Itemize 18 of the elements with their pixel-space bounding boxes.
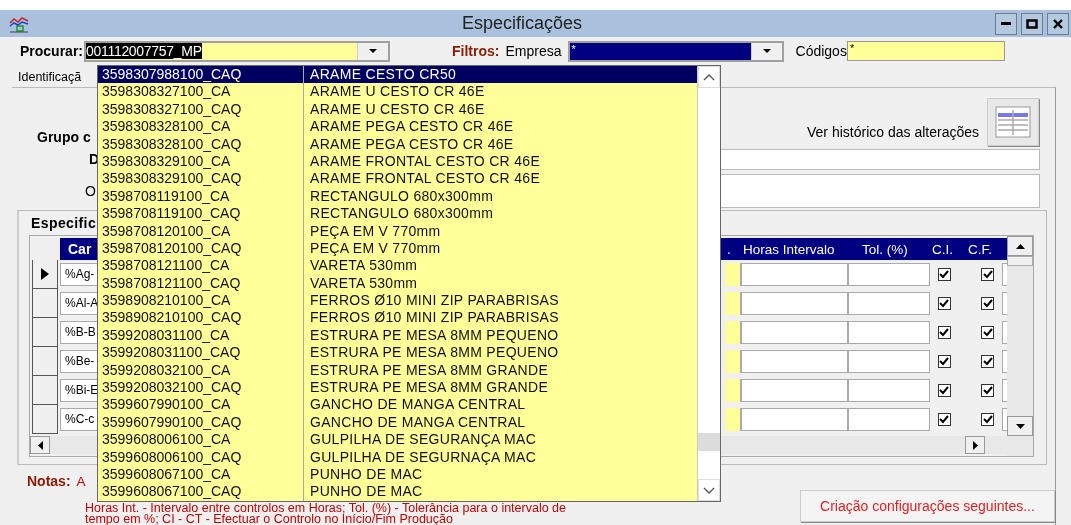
group-label: Grupo c (37, 129, 91, 145)
window-title: Especificações (460, 13, 584, 34)
search-label: Procurar: (20, 43, 84, 59)
column-header: C.F. (967, 241, 993, 257)
notes-text: Horas Int. - Intervalo entre controlos em Horas; Tol. (%) - Tolerância para o intervalo de (85, 503, 567, 514)
company-label: Empresa (505, 43, 562, 59)
column-header: Horas Intervalo (742, 241, 836, 257)
column-header: . (726, 241, 732, 257)
column-header: Tol. (%) (861, 241, 909, 257)
history-label: Ver histórico das alterações (807, 124, 979, 140)
codes-label: Códigos (795, 43, 847, 59)
column-header: Car (67, 241, 93, 257)
notes-text: A (76, 474, 86, 489)
notes-label: Notas: (27, 473, 71, 489)
column-header: C.I. (931, 241, 954, 257)
notes-text: tempo em %; CI - CT - Efectuar o Controlo no Início/Fim Produção (85, 514, 454, 525)
group-title: Especific (31, 215, 97, 233)
filters-label: Filtros: (452, 43, 500, 59)
